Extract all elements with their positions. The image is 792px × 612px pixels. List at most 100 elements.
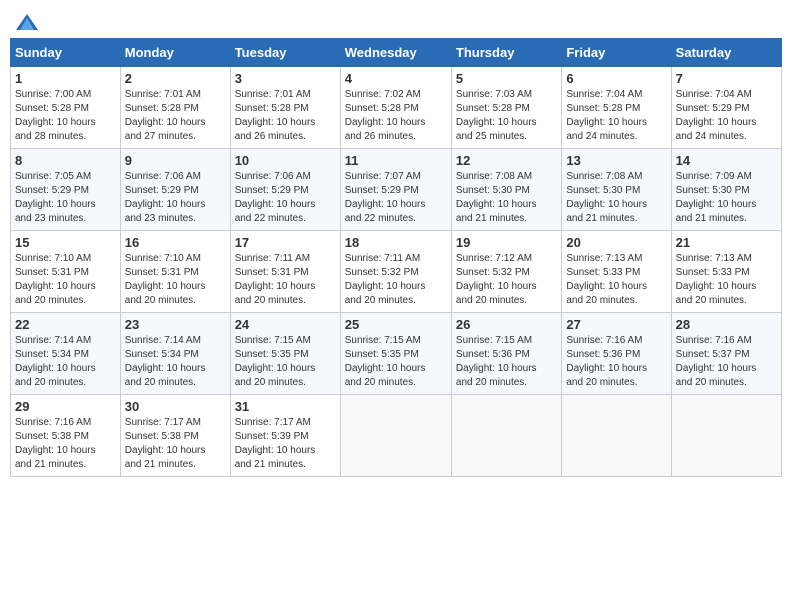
calendar-cell: 28 Sunrise: 7:16 AM Sunset: 5:37 PM Dayl… bbox=[671, 313, 781, 395]
weekday-header: Saturday bbox=[671, 39, 781, 67]
day-info: Sunrise: 7:01 AM Sunset: 5:28 PM Dayligh… bbox=[125, 88, 226, 144]
day-info: Sunrise: 7:09 AM Sunset: 5:30 PM Dayligh… bbox=[676, 170, 777, 226]
day-info: Sunrise: 7:11 AM Sunset: 5:32 PM Dayligh… bbox=[345, 252, 447, 308]
calendar-week-row: 22 Sunrise: 7:14 AM Sunset: 5:34 PM Dayl… bbox=[11, 313, 782, 395]
day-number: 10 bbox=[235, 153, 336, 168]
calendar-cell bbox=[340, 395, 451, 477]
day-number: 31 bbox=[235, 399, 336, 414]
day-info: Sunrise: 7:06 AM Sunset: 5:29 PM Dayligh… bbox=[125, 170, 226, 226]
calendar-cell: 11 Sunrise: 7:07 AM Sunset: 5:29 PM Dayl… bbox=[340, 149, 451, 231]
day-info: Sunrise: 7:15 AM Sunset: 5:35 PM Dayligh… bbox=[345, 334, 447, 390]
calendar-cell: 12 Sunrise: 7:08 AM Sunset: 5:30 PM Dayl… bbox=[451, 149, 561, 231]
day-info: Sunrise: 7:02 AM Sunset: 5:28 PM Dayligh… bbox=[345, 88, 447, 144]
weekday-header: Monday bbox=[120, 39, 230, 67]
calendar-cell: 4 Sunrise: 7:02 AM Sunset: 5:28 PM Dayli… bbox=[340, 67, 451, 149]
day-info: Sunrise: 7:01 AM Sunset: 5:28 PM Dayligh… bbox=[235, 88, 336, 144]
calendar-cell: 10 Sunrise: 7:06 AM Sunset: 5:29 PM Dayl… bbox=[230, 149, 340, 231]
day-info: Sunrise: 7:07 AM Sunset: 5:29 PM Dayligh… bbox=[345, 170, 447, 226]
calendar-cell: 23 Sunrise: 7:14 AM Sunset: 5:34 PM Dayl… bbox=[120, 313, 230, 395]
day-info: Sunrise: 7:17 AM Sunset: 5:39 PM Dayligh… bbox=[235, 416, 336, 472]
calendar-cell: 22 Sunrise: 7:14 AM Sunset: 5:34 PM Dayl… bbox=[11, 313, 121, 395]
day-number: 22 bbox=[15, 317, 116, 332]
day-number: 8 bbox=[15, 153, 116, 168]
day-number: 14 bbox=[676, 153, 777, 168]
day-info: Sunrise: 7:06 AM Sunset: 5:29 PM Dayligh… bbox=[235, 170, 336, 226]
day-number: 6 bbox=[566, 71, 666, 86]
day-number: 12 bbox=[456, 153, 557, 168]
calendar-body: 1 Sunrise: 7:00 AM Sunset: 5:28 PM Dayli… bbox=[11, 67, 782, 477]
day-info: Sunrise: 7:15 AM Sunset: 5:36 PM Dayligh… bbox=[456, 334, 557, 390]
calendar-cell: 9 Sunrise: 7:06 AM Sunset: 5:29 PM Dayli… bbox=[120, 149, 230, 231]
day-number: 27 bbox=[566, 317, 666, 332]
day-info: Sunrise: 7:08 AM Sunset: 5:30 PM Dayligh… bbox=[566, 170, 666, 226]
header bbox=[10, 10, 782, 30]
calendar-week-row: 8 Sunrise: 7:05 AM Sunset: 5:29 PM Dayli… bbox=[11, 149, 782, 231]
calendar-cell: 26 Sunrise: 7:15 AM Sunset: 5:36 PM Dayl… bbox=[451, 313, 561, 395]
calendar-cell: 1 Sunrise: 7:00 AM Sunset: 5:28 PM Dayli… bbox=[11, 67, 121, 149]
day-info: Sunrise: 7:13 AM Sunset: 5:33 PM Dayligh… bbox=[566, 252, 666, 308]
day-number: 13 bbox=[566, 153, 666, 168]
weekday-header: Thursday bbox=[451, 39, 561, 67]
day-number: 1 bbox=[15, 71, 116, 86]
day-number: 9 bbox=[125, 153, 226, 168]
calendar-cell: 3 Sunrise: 7:01 AM Sunset: 5:28 PM Dayli… bbox=[230, 67, 340, 149]
day-info: Sunrise: 7:04 AM Sunset: 5:28 PM Dayligh… bbox=[566, 88, 666, 144]
calendar-cell: 21 Sunrise: 7:13 AM Sunset: 5:33 PM Dayl… bbox=[671, 231, 781, 313]
day-info: Sunrise: 7:08 AM Sunset: 5:30 PM Dayligh… bbox=[456, 170, 557, 226]
calendar-cell: 25 Sunrise: 7:15 AM Sunset: 5:35 PM Dayl… bbox=[340, 313, 451, 395]
day-number: 16 bbox=[125, 235, 226, 250]
calendar-cell: 13 Sunrise: 7:08 AM Sunset: 5:30 PM Dayl… bbox=[562, 149, 671, 231]
day-info: Sunrise: 7:00 AM Sunset: 5:28 PM Dayligh… bbox=[15, 88, 116, 144]
calendar-cell: 7 Sunrise: 7:04 AM Sunset: 5:29 PM Dayli… bbox=[671, 67, 781, 149]
day-info: Sunrise: 7:15 AM Sunset: 5:35 PM Dayligh… bbox=[235, 334, 336, 390]
day-number: 26 bbox=[456, 317, 557, 332]
calendar-cell bbox=[451, 395, 561, 477]
day-number: 29 bbox=[15, 399, 116, 414]
day-number: 18 bbox=[345, 235, 447, 250]
calendar-cell: 6 Sunrise: 7:04 AM Sunset: 5:28 PM Dayli… bbox=[562, 67, 671, 149]
weekday-header: Sunday bbox=[11, 39, 121, 67]
day-info: Sunrise: 7:10 AM Sunset: 5:31 PM Dayligh… bbox=[125, 252, 226, 308]
day-info: Sunrise: 7:13 AM Sunset: 5:33 PM Dayligh… bbox=[676, 252, 777, 308]
day-number: 3 bbox=[235, 71, 336, 86]
day-info: Sunrise: 7:16 AM Sunset: 5:37 PM Dayligh… bbox=[676, 334, 777, 390]
day-number: 20 bbox=[566, 235, 666, 250]
logo bbox=[14, 14, 40, 26]
day-info: Sunrise: 7:11 AM Sunset: 5:31 PM Dayligh… bbox=[235, 252, 336, 308]
day-info: Sunrise: 7:14 AM Sunset: 5:34 PM Dayligh… bbox=[15, 334, 116, 390]
weekday-header: Friday bbox=[562, 39, 671, 67]
day-info: Sunrise: 7:16 AM Sunset: 5:38 PM Dayligh… bbox=[15, 416, 116, 472]
day-info: Sunrise: 7:05 AM Sunset: 5:29 PM Dayligh… bbox=[15, 170, 116, 226]
day-info: Sunrise: 7:16 AM Sunset: 5:36 PM Dayligh… bbox=[566, 334, 666, 390]
calendar-cell: 29 Sunrise: 7:16 AM Sunset: 5:38 PM Dayl… bbox=[11, 395, 121, 477]
day-number: 19 bbox=[456, 235, 557, 250]
calendar-cell: 24 Sunrise: 7:15 AM Sunset: 5:35 PM Dayl… bbox=[230, 313, 340, 395]
calendar-header-row: SundayMondayTuesdayWednesdayThursdayFrid… bbox=[11, 39, 782, 67]
day-info: Sunrise: 7:03 AM Sunset: 5:28 PM Dayligh… bbox=[456, 88, 557, 144]
calendar-cell bbox=[671, 395, 781, 477]
calendar-cell: 27 Sunrise: 7:16 AM Sunset: 5:36 PM Dayl… bbox=[562, 313, 671, 395]
calendar-cell: 2 Sunrise: 7:01 AM Sunset: 5:28 PM Dayli… bbox=[120, 67, 230, 149]
day-number: 23 bbox=[125, 317, 226, 332]
day-info: Sunrise: 7:12 AM Sunset: 5:32 PM Dayligh… bbox=[456, 252, 557, 308]
day-info: Sunrise: 7:04 AM Sunset: 5:29 PM Dayligh… bbox=[676, 88, 777, 144]
calendar-cell: 30 Sunrise: 7:17 AM Sunset: 5:38 PM Dayl… bbox=[120, 395, 230, 477]
calendar-cell: 8 Sunrise: 7:05 AM Sunset: 5:29 PM Dayli… bbox=[11, 149, 121, 231]
calendar-cell: 31 Sunrise: 7:17 AM Sunset: 5:39 PM Dayl… bbox=[230, 395, 340, 477]
day-number: 17 bbox=[235, 235, 336, 250]
day-info: Sunrise: 7:17 AM Sunset: 5:38 PM Dayligh… bbox=[125, 416, 226, 472]
day-number: 7 bbox=[676, 71, 777, 86]
day-number: 11 bbox=[345, 153, 447, 168]
day-info: Sunrise: 7:14 AM Sunset: 5:34 PM Dayligh… bbox=[125, 334, 226, 390]
day-info: Sunrise: 7:10 AM Sunset: 5:31 PM Dayligh… bbox=[15, 252, 116, 308]
calendar-cell: 19 Sunrise: 7:12 AM Sunset: 5:32 PM Dayl… bbox=[451, 231, 561, 313]
calendar-week-row: 15 Sunrise: 7:10 AM Sunset: 5:31 PM Dayl… bbox=[11, 231, 782, 313]
day-number: 25 bbox=[345, 317, 447, 332]
calendar-cell: 14 Sunrise: 7:09 AM Sunset: 5:30 PM Dayl… bbox=[671, 149, 781, 231]
calendar: SundayMondayTuesdayWednesdayThursdayFrid… bbox=[10, 38, 782, 477]
calendar-week-row: 29 Sunrise: 7:16 AM Sunset: 5:38 PM Dayl… bbox=[11, 395, 782, 477]
calendar-week-row: 1 Sunrise: 7:00 AM Sunset: 5:28 PM Dayli… bbox=[11, 67, 782, 149]
calendar-cell: 18 Sunrise: 7:11 AM Sunset: 5:32 PM Dayl… bbox=[340, 231, 451, 313]
day-number: 30 bbox=[125, 399, 226, 414]
day-number: 28 bbox=[676, 317, 777, 332]
